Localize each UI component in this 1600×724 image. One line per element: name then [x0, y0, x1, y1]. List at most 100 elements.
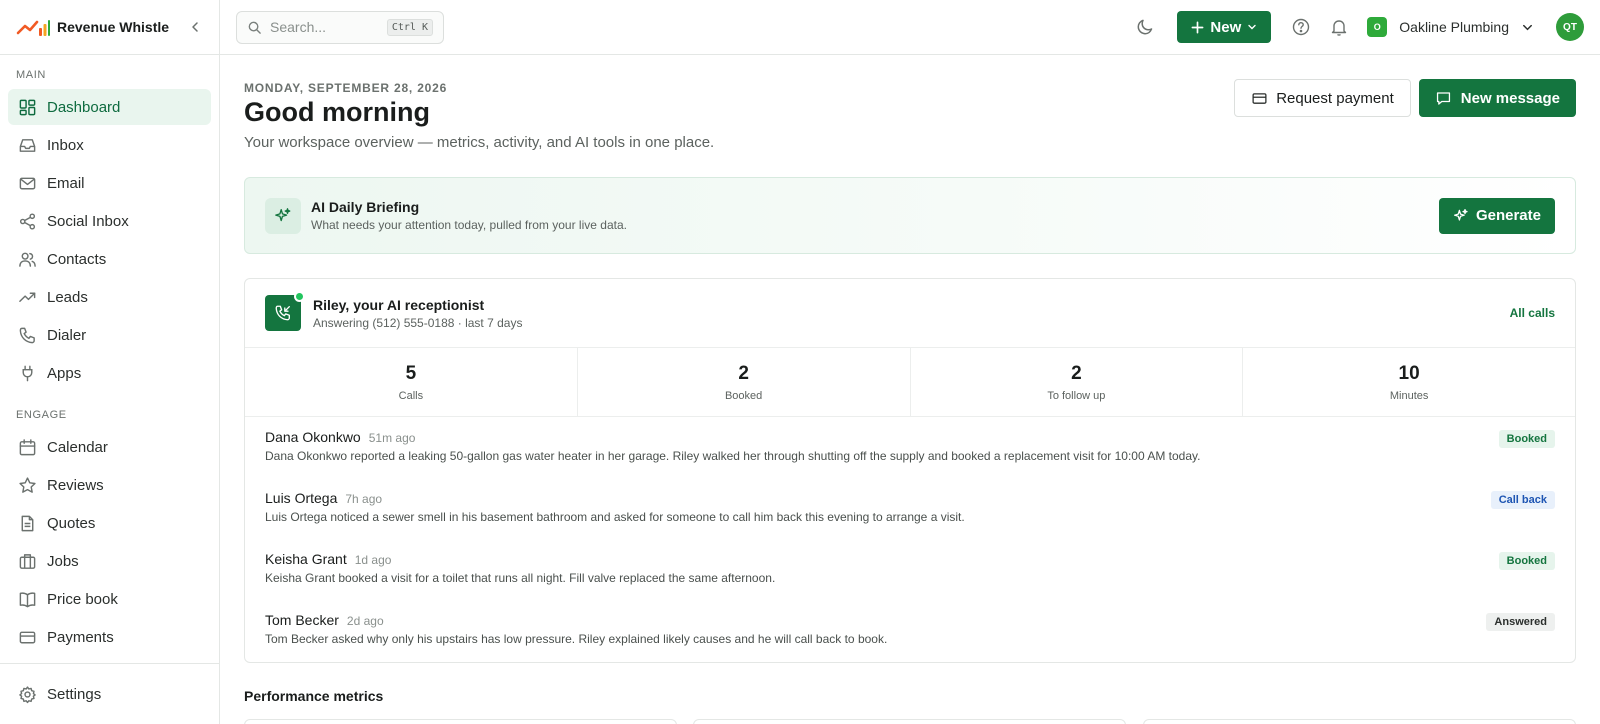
call-time: 51m ago: [368, 431, 416, 445]
users-icon: [19, 252, 36, 267]
plug-icon: [22, 365, 33, 381]
sidebar-item-dashboard[interactable]: Dashboard: [8, 89, 211, 125]
briefing-subtitle: What needs your attention today, pulled …: [311, 218, 627, 232]
sidebar-item-quotes[interactable]: Quotes: [8, 505, 211, 541]
search-shortcut-hint: Ctrl K: [386, 18, 433, 36]
sidebar-item-social-inbox[interactable]: Social Inbox: [8, 203, 211, 239]
sidebar-item-label: Jobs: [47, 552, 79, 570]
topbar: Search... Ctrl K New O Oakline Plumbing …: [220, 0, 1600, 55]
star-icon: [19, 476, 36, 493]
moon-icon[interactable]: [1135, 17, 1155, 37]
sidebar-item-label: Settings: [47, 685, 102, 703]
call-summary: Luis Ortega noticed a sewer smell in his…: [265, 510, 965, 524]
sidebar-item-leads[interactable]: Leads: [8, 279, 211, 315]
briefcase-icon: [19, 553, 36, 569]
performance-metrics-heading: Performance metrics: [244, 688, 384, 704]
new-message-label: New message: [1460, 89, 1560, 107]
phone-icon: [19, 327, 35, 343]
chevron-down-icon: [1523, 24, 1532, 30]
generate-button[interactable]: Generate: [1438, 197, 1555, 234]
sidebar-item-label: Payments: [47, 628, 114, 646]
status-badge: Booked: [1498, 552, 1555, 570]
sidebar-item-contacts[interactable]: Contacts: [8, 241, 211, 277]
bell-icon[interactable]: [1329, 17, 1349, 37]
sidebar-item-label: Calendar: [47, 438, 108, 456]
org-name: Oakline Plumbing: [1399, 19, 1509, 35]
live-status-dot: [294, 291, 305, 302]
document-icon: [21, 515, 34, 531]
sidebar-item-label: Reviews: [47, 476, 104, 494]
call-summary: Dana Okonkwo reported a leaking 50-gallo…: [265, 449, 1201, 463]
gear-icon: [19, 685, 36, 703]
receptionist-title: Riley, your AI receptionist: [313, 296, 485, 313]
sidebar-item-email[interactable]: Email: [8, 165, 211, 201]
status-badge: Booked: [1498, 430, 1555, 448]
call-summary: Keisha Grant booked a visit for a toilet…: [265, 571, 776, 585]
metric-card: [244, 719, 677, 724]
current-date: MONDAY, SEPTEMBER 28, 2026: [244, 81, 448, 95]
call-row[interactable]: Luis Ortega 7h ago Luis Ortega noticed a…: [245, 478, 1575, 539]
sidebar-item-jobs[interactable]: Jobs: [8, 543, 211, 579]
stat-value: 5: [405, 362, 417, 384]
status-badge: Call back: [1490, 491, 1555, 509]
metric-card: [1143, 719, 1576, 724]
call-time: 2d ago: [346, 614, 384, 628]
sidebar: Revenue Whistle MAIN Dashboard Inbox Ema…: [0, 0, 220, 724]
sidebar-item-calendar[interactable]: Calendar: [8, 429, 211, 465]
call-stats: 5 Calls 2 Booked 2 To follow up 10 Minut…: [245, 348, 1575, 417]
receptionist-text: Riley, your AI receptionist Answering (5…: [313, 297, 522, 330]
new-message-button[interactable]: New message: [1418, 79, 1576, 117]
all-calls-link[interactable]: All calls: [1510, 306, 1555, 320]
credit-card-icon: [1252, 92, 1267, 104]
calendar-icon: [19, 438, 36, 455]
stat-label: Minutes: [1389, 389, 1429, 402]
help-icon[interactable]: [1291, 17, 1311, 37]
call-row[interactable]: Dana Okonkwo 51m ago Dana Okonkwo report…: [245, 417, 1575, 478]
new-button[interactable]: New: [1177, 11, 1272, 43]
book-icon: [19, 591, 36, 607]
share-icon: [19, 212, 36, 230]
sidebar-item-label: Dialer: [47, 326, 87, 344]
sparkles-icon: [1453, 208, 1468, 221]
sidebar-item-inbox[interactable]: Inbox: [8, 127, 211, 163]
stat-calls: 5 Calls: [245, 348, 578, 416]
sidebar-item-label: Social Inbox: [47, 212, 129, 230]
search-input[interactable]: Search... Ctrl K: [236, 10, 444, 44]
inbox-icon: [19, 138, 36, 152]
call-row[interactable]: Tom Becker 2d ago Tom Becker asked why o…: [245, 600, 1575, 661]
stat-label: Calls: [398, 389, 424, 402]
section-label-main: MAIN: [16, 69, 46, 81]
status-badge: Answered: [1486, 613, 1555, 631]
page-title: Good morning: [244, 97, 430, 127]
stat-label: To follow up: [1047, 389, 1106, 402]
sidebar-item-dialer[interactable]: Dialer: [8, 317, 211, 353]
sidebar-item-settings[interactable]: Settings: [8, 676, 211, 712]
call-time: 7h ago: [345, 492, 383, 506]
plus-icon: [1191, 21, 1204, 33]
stat-minutes: 10 Minutes: [1243, 348, 1575, 416]
trending-up-icon: [19, 292, 36, 302]
metric-card: [693, 719, 1126, 724]
stat-value: 10: [1398, 362, 1420, 384]
phone-incoming-icon: [265, 291, 305, 331]
caller-name: Dana Okonkwo: [265, 429, 361, 445]
brand-name: Revenue Whistle: [57, 19, 170, 35]
generate-label: Generate: [1475, 207, 1541, 224]
org-switcher[interactable]: O Oakline Plumbing: [1367, 17, 1534, 37]
sidebar-item-label: Price book: [47, 590, 118, 608]
topbar-actions: New O Oakline Plumbing QT: [1135, 11, 1584, 43]
stat-booked: 2 Booked: [578, 348, 911, 416]
caller-name: Keisha Grant: [265, 551, 347, 567]
brand-header: Revenue Whistle: [0, 0, 219, 55]
ai-receptionist-card: Riley, your AI receptionist Answering (5…: [244, 278, 1576, 663]
user-avatar[interactable]: QT: [1556, 13, 1584, 41]
section-label-engage: ENGAGE: [16, 409, 67, 421]
sidebar-item-apps[interactable]: Apps: [8, 355, 211, 391]
request-payment-button[interactable]: Request payment: [1234, 79, 1411, 117]
call-row[interactable]: Keisha Grant 1d ago Keisha Grant booked …: [245, 539, 1575, 600]
sidebar-item-reviews[interactable]: Reviews: [8, 467, 211, 503]
chevron-left-icon[interactable]: [187, 19, 203, 35]
sidebar-item-label: Dashboard: [47, 98, 121, 116]
sidebar-item-price-book[interactable]: Price book: [8, 581, 211, 617]
sidebar-item-payments[interactable]: Payments: [8, 619, 211, 655]
